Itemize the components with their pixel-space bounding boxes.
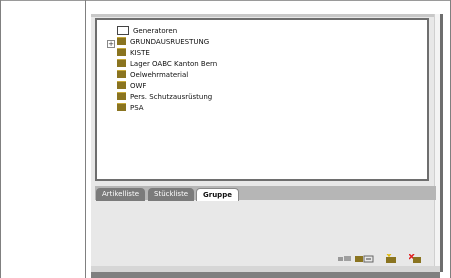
folder-icon [117, 103, 126, 111]
tree-item-label: Pers. Schutzausrüstung [130, 93, 213, 101]
tree-item-label: Oelwehrmaterial [130, 71, 189, 79]
folder-icon [117, 37, 126, 45]
tab-stueckliste[interactable]: Stückliste [148, 188, 195, 201]
tree-item-label: Lager OABC Kanton Bern [130, 60, 218, 68]
tree-item-root[interactable]: Generatoren [117, 25, 178, 37]
expand-icon[interactable]: + [107, 40, 115, 48]
tree-item-label: PSA [130, 104, 144, 112]
tree-item-label: GRUNDAUSRUESTUNG [130, 38, 210, 46]
frame-left-border [0, 0, 1, 278]
folder-icon [117, 92, 126, 100]
tab-bar [95, 186, 436, 200]
add-group-icon[interactable] [355, 248, 374, 263]
delete-group-icon[interactable] [408, 248, 422, 263]
tree-item-label: Generatoren [133, 27, 178, 35]
status-bar [91, 272, 440, 278]
panel-right-edge [440, 14, 443, 272]
frame-top-border [0, 0, 451, 1]
panel-top-edge [91, 14, 440, 17]
folder-icon [117, 81, 126, 89]
tab-gruppe[interactable]: Gruppe [196, 188, 239, 201]
tree-item[interactable]: Lager OABC Kanton Bern [117, 59, 217, 70]
tree-item[interactable]: KISTE [117, 48, 150, 59]
tree-item[interactable]: Oelwehrmaterial [117, 70, 188, 81]
new-group-icon[interactable] [384, 248, 397, 263]
tree-item[interactable]: GRUNDAUSRUESTUNG [117, 37, 209, 48]
root-folder-icon [117, 25, 129, 35]
tree-item-label: KISTE [130, 49, 150, 57]
group-tree[interactable]: Generatoren + GRUNDAUSRUESTUNG KISTE Lag… [95, 18, 429, 181]
move-group-icon[interactable] [338, 248, 351, 261]
frame-column-divider [85, 0, 86, 278]
tab-artikelliste[interactable]: Artikelliste [96, 188, 145, 201]
folder-icon [117, 59, 126, 67]
tree-item-label: OWF [130, 82, 147, 90]
folder-icon [117, 48, 126, 56]
tree-item[interactable]: OWF [117, 81, 146, 92]
folder-icon [117, 70, 126, 78]
tree-item[interactable]: Pers. Schutzausrüstung [117, 92, 212, 103]
tree-item[interactable]: PSA [117, 103, 144, 114]
